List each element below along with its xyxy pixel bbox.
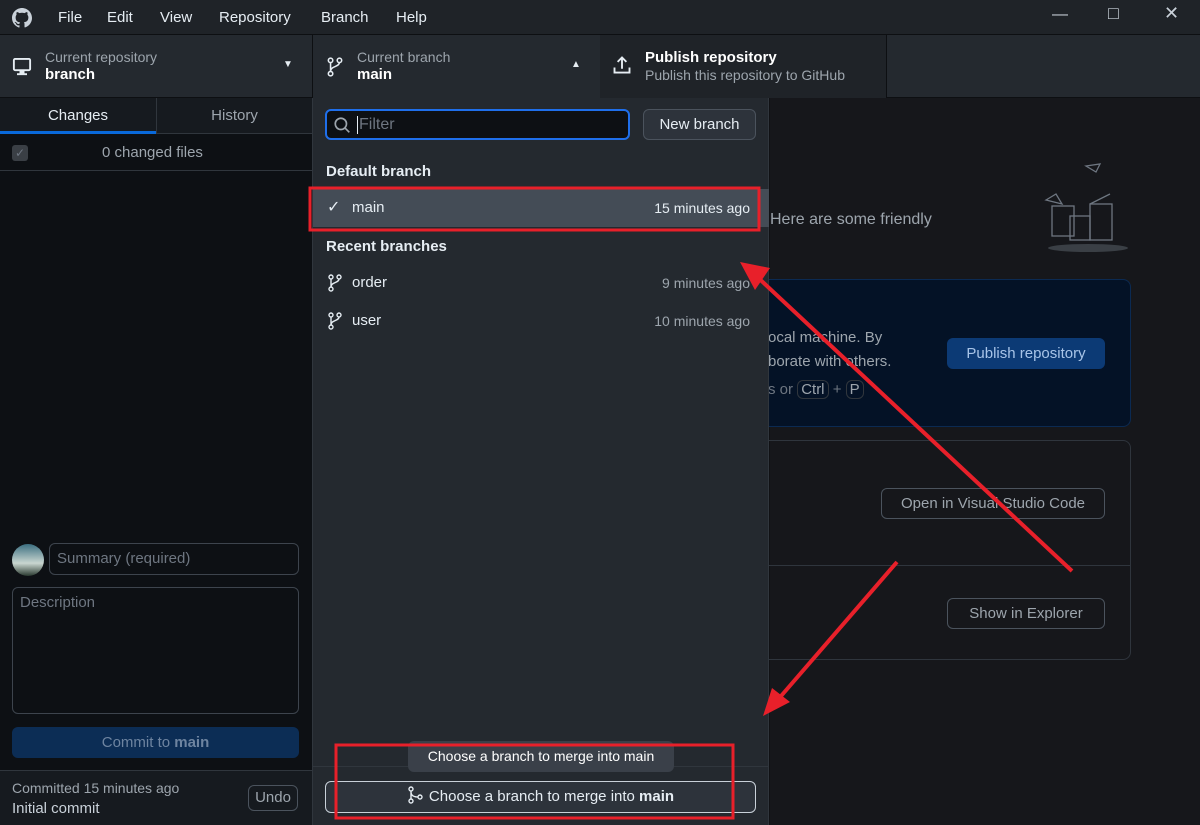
current-repository-button[interactable]: Current repository branch ▼ bbox=[0, 35, 313, 98]
recent-branches-header: Recent branches bbox=[326, 238, 447, 255]
branch-item-main[interactable]: ✓ main 15 minutes ago bbox=[313, 189, 769, 227]
branch-dropdown: Filter New branch Default branch ✓ main … bbox=[313, 98, 769, 825]
filter-placeholder: Filter bbox=[357, 116, 395, 134]
divider bbox=[759, 565, 1130, 566]
publish-repository-button[interactable]: Publish repository bbox=[947, 338, 1105, 369]
default-branch-header: Default branch bbox=[326, 163, 432, 180]
repo-label: Current repository bbox=[45, 49, 158, 65]
main-content: Here are some friendly ocal machine. By … bbox=[758, 98, 1200, 825]
description-input[interactable]: Description bbox=[12, 587, 299, 714]
last-commit-message: Initial commit bbox=[12, 800, 100, 817]
branch-label: Current branch bbox=[357, 49, 451, 65]
branch-name: main bbox=[352, 199, 385, 216]
maximize-icon[interactable]: □ bbox=[1108, 3, 1119, 24]
minimize-icon[interactable]: — bbox=[1052, 6, 1068, 24]
shortcut-hint: s or Ctrl + P bbox=[768, 380, 864, 399]
menu-repository[interactable]: Repository bbox=[219, 9, 291, 26]
summary-input[interactable]: Summary (required) bbox=[49, 543, 299, 575]
caret-up-icon: ▲ bbox=[571, 59, 581, 70]
merge-tooltip: Choose a branch to merge into main bbox=[408, 741, 674, 772]
last-commit-time: Committed 15 minutes ago bbox=[12, 780, 180, 796]
merge-into-branch-button[interactable]: Choose a branch to merge into main bbox=[325, 781, 756, 813]
menu-edit[interactable]: Edit bbox=[107, 9, 133, 26]
tab-changes[interactable]: Changes bbox=[0, 98, 156, 134]
menu-help[interactable]: Help bbox=[396, 9, 427, 26]
close-icon[interactable]: ✕ bbox=[1164, 3, 1179, 24]
search-icon bbox=[334, 117, 350, 133]
undo-button[interactable]: Undo bbox=[248, 785, 298, 811]
branch-name: order bbox=[352, 274, 388, 291]
merge-branch: main bbox=[639, 788, 675, 805]
commit-button[interactable]: Commit to main bbox=[12, 727, 299, 758]
actions-card: Open in Visual Studio Code Show in Explo… bbox=[758, 440, 1131, 660]
upload-icon bbox=[613, 56, 631, 74]
branch-time: 9 minutes ago bbox=[662, 275, 750, 291]
filter-input[interactable]: Filter bbox=[325, 109, 630, 140]
toolbar: Current repository branch ▼ Current bran… bbox=[0, 35, 1200, 98]
changes-sidebar: Changes History ✓ 0 changed files Summar… bbox=[0, 98, 313, 825]
key-plus: + bbox=[832, 381, 842, 398]
branch-value: main bbox=[357, 66, 393, 83]
shortcut-prefix: s or bbox=[768, 381, 794, 398]
commit-prefix: Commit to bbox=[101, 734, 175, 751]
caret-down-icon: ▼ bbox=[283, 59, 293, 70]
commit-branch: main bbox=[174, 734, 210, 751]
branch-time: 15 minutes ago bbox=[654, 200, 750, 216]
merge-prefix: Choose a branch to merge into bbox=[428, 788, 640, 805]
branch-icon bbox=[327, 57, 343, 77]
title-bar: File Edit View Repository Branch Help — … bbox=[0, 0, 1200, 35]
branch-icon bbox=[328, 312, 342, 330]
merge-icon bbox=[408, 786, 423, 804]
key-ctrl: Ctrl bbox=[797, 380, 829, 399]
check-icon: ✓ bbox=[327, 199, 341, 216]
intro-text: Here are some friendly bbox=[770, 211, 932, 228]
publish-subtitle: Publish this repository to GitHub bbox=[645, 67, 845, 83]
show-in-explorer-button[interactable]: Show in Explorer bbox=[947, 598, 1105, 629]
open-vscode-button[interactable]: Open in Visual Studio Code bbox=[881, 488, 1105, 519]
branch-item-order[interactable]: order 9 minutes ago bbox=[313, 264, 769, 302]
menu-branch[interactable]: Branch bbox=[321, 9, 369, 26]
github-logo-icon bbox=[12, 8, 32, 28]
publish-title: Publish repository bbox=[645, 49, 777, 66]
avatar bbox=[12, 544, 44, 576]
select-all-checkbox[interactable]: ✓ bbox=[12, 145, 28, 161]
branch-name: user bbox=[352, 312, 382, 329]
branch-icon bbox=[328, 274, 342, 292]
menu-file[interactable]: File bbox=[58, 9, 82, 26]
branch-time: 10 minutes ago bbox=[654, 313, 750, 329]
publish-card: ocal machine. By borate with others. s o… bbox=[758, 279, 1131, 427]
menu-view[interactable]: View bbox=[160, 9, 192, 26]
key-p: P bbox=[845, 380, 864, 399]
publish-repository-toolbar-button[interactable]: Publish repository Publish this reposito… bbox=[600, 35, 887, 98]
publish-text-line1: ocal machine. By bbox=[768, 329, 883, 346]
branch-item-user[interactable]: user 10 minutes ago bbox=[313, 302, 769, 340]
computer-icon bbox=[12, 57, 32, 76]
publish-text-line2: borate with others. bbox=[768, 353, 892, 370]
new-branch-button[interactable]: New branch bbox=[643, 109, 756, 140]
current-branch-button[interactable]: Current branch main ▲ bbox=[313, 35, 600, 98]
tab-history[interactable]: History bbox=[156, 98, 312, 134]
illustration-icon bbox=[1044, 163, 1128, 252]
repo-value: branch bbox=[45, 66, 96, 83]
changed-files-count: 0 changed files bbox=[102, 144, 203, 161]
